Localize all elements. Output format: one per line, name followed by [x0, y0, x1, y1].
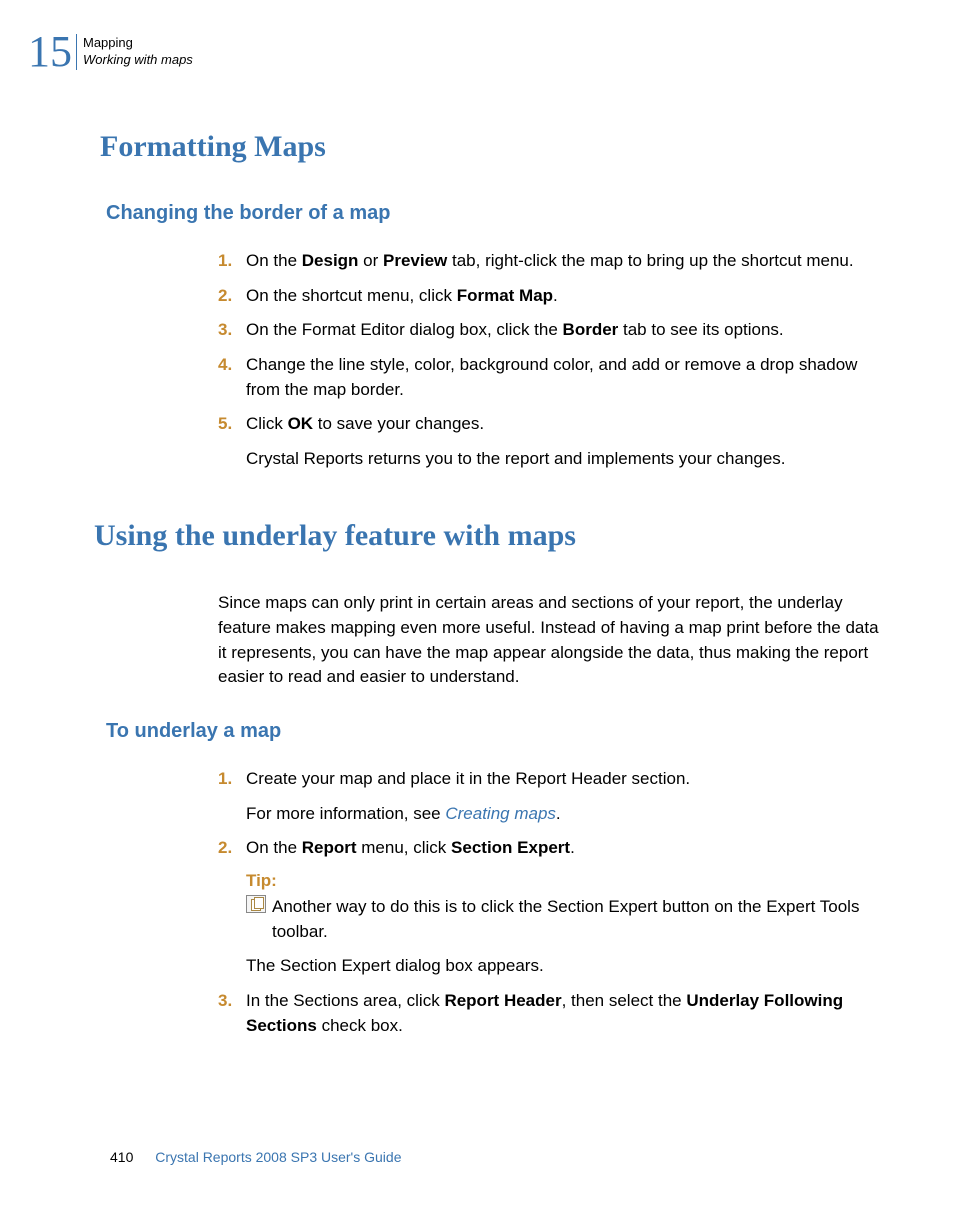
header-divider	[76, 34, 77, 70]
tip-body: Another way to do this is to click the S…	[246, 895, 880, 944]
link-creating-maps[interactable]: Creating maps	[445, 804, 556, 823]
step-text: On the Report menu, click Section Expert…	[246, 836, 880, 861]
step-1: 1. Create your map and place it in the R…	[218, 767, 880, 792]
step-1: 1. On the Design or Preview tab, right-c…	[218, 249, 880, 274]
heading-changing-border: Changing the border of a map	[106, 202, 880, 225]
step-2: 2. On the shortcut menu, click Format Ma…	[218, 284, 880, 309]
steps-list-1: 1. On the Design or Preview tab, right-c…	[218, 249, 880, 437]
heading-underlay-feature: Using the underlay feature with maps	[94, 519, 880, 553]
tip-label: Tip:	[246, 871, 880, 891]
step-number: 2.	[218, 284, 246, 309]
page-footer: 410 Crystal Reports 2008 SP3 User's Guid…	[110, 1149, 401, 1165]
step-text: In the Sections area, click Report Heade…	[246, 989, 880, 1038]
intro-paragraph: Since maps can only print in certain are…	[218, 591, 880, 690]
step-text: Create your map and place it in the Repo…	[246, 767, 880, 792]
section-expert-icon	[246, 895, 266, 913]
step-3: 3. In the Sections area, click Report He…	[218, 989, 880, 1038]
step-number: 1.	[218, 767, 246, 792]
step-text: Change the line style, color, background…	[246, 353, 880, 402]
step-3: 3. On the Format Editor dialog box, clic…	[218, 318, 880, 343]
step-number: 5.	[218, 412, 246, 437]
steps-list-2: 1. Create your map and place it in the R…	[218, 767, 880, 792]
step-text: On the Design or Preview tab, right-clic…	[246, 249, 880, 274]
footer-doc-title: Crystal Reports 2008 SP3 User's Guide	[155, 1149, 401, 1165]
step-number: 2.	[218, 836, 246, 861]
step-number: 1.	[218, 249, 246, 274]
page-number: 410	[110, 1149, 133, 1165]
chapter-number: 15	[28, 30, 72, 74]
step-number: 4.	[218, 353, 246, 402]
heading-to-underlay: To underlay a map	[106, 720, 880, 743]
step-text: On the Format Editor dialog box, click t…	[246, 318, 880, 343]
steps-list-2c: 3. In the Sections area, click Report He…	[218, 989, 880, 1038]
tip-text: Another way to do this is to click the S…	[272, 895, 880, 944]
step-result-text: Crystal Reports returns you to the repor…	[246, 447, 880, 472]
step-text: Click OK to save your changes.	[246, 412, 880, 437]
step-number: 3.	[218, 318, 246, 343]
step-5: 5. Click OK to save your changes.	[218, 412, 880, 437]
step-2: 2. On the Report menu, click Section Exp…	[218, 836, 880, 861]
content: Formatting Maps Changing the border of a…	[100, 130, 880, 1048]
step-4: 4. Change the line style, color, backgro…	[218, 353, 880, 402]
steps-list-2b: 2. On the Report menu, click Section Exp…	[218, 836, 880, 861]
heading-formatting-maps: Formatting Maps	[100, 130, 880, 164]
step-number: 3.	[218, 989, 246, 1038]
step-more-info: For more information, see Creating maps.	[246, 802, 880, 827]
step-result-text: The Section Expert dialog box appears.	[246, 954, 880, 979]
header-section-title: Working with maps	[83, 52, 193, 69]
header-text: Mapping Working with maps	[83, 35, 193, 69]
header-chapter-title: Mapping	[83, 35, 193, 52]
step-text: On the shortcut menu, click Format Map.	[246, 284, 880, 309]
page-header: 15 Mapping Working with maps	[28, 30, 193, 74]
